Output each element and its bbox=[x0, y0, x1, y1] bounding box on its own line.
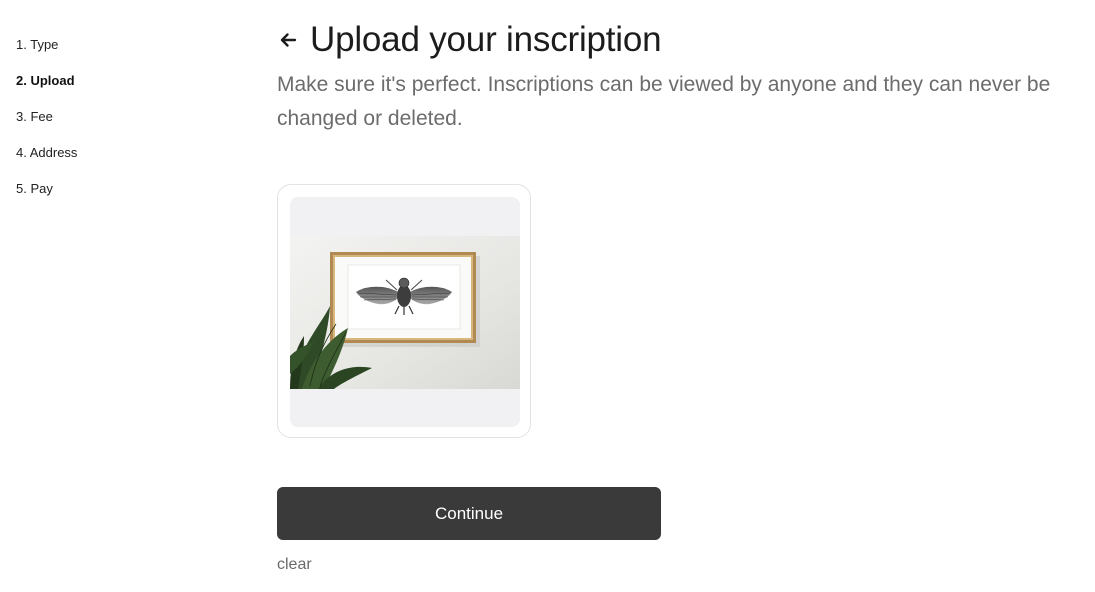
arrow-left-icon[interactable] bbox=[277, 29, 299, 51]
page-subtitle: Make sure it's perfect. Inscriptions can… bbox=[277, 73, 1051, 130]
step-upload[interactable]: 2. Upload bbox=[16, 72, 77, 108]
step-type[interactable]: 1. Type bbox=[16, 36, 77, 72]
step-fee[interactable]: 3. Fee bbox=[16, 108, 77, 144]
preview-card bbox=[277, 184, 531, 438]
upload-page: 1. Type 2. Upload 3. Fee 4. Address 5. P… bbox=[0, 0, 1095, 592]
step-pay[interactable]: 5. Pay bbox=[16, 180, 77, 216]
step-address[interactable]: 4. Address bbox=[16, 144, 77, 180]
page-header: Upload your inscription bbox=[277, 18, 1077, 62]
clear-link[interactable]: clear bbox=[277, 556, 312, 574]
main-content: Upload your inscription Make sure it's p… bbox=[277, 18, 1077, 574]
continue-button[interactable]: Continue bbox=[277, 487, 661, 540]
preview-frame bbox=[290, 197, 520, 427]
steps-nav: 1. Type 2. Upload 3. Fee 4. Address 5. P… bbox=[16, 36, 77, 216]
page-title: Upload your inscription bbox=[310, 20, 662, 59]
uploaded-image-preview bbox=[290, 236, 520, 389]
